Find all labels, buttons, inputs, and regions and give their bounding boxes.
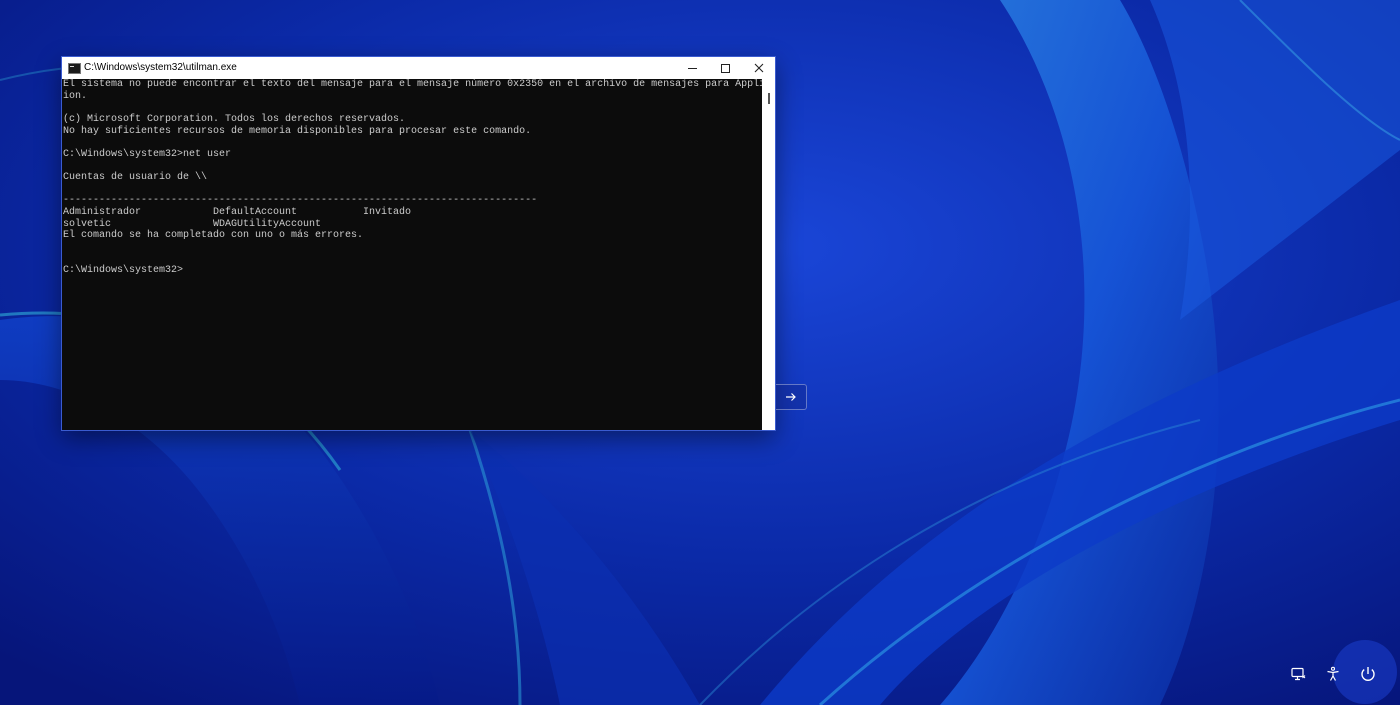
close-button[interactable] — [742, 57, 775, 79]
console-line: ion. — [63, 90, 88, 102]
console-line: No hay suficientes recursos de memoria d… — [63, 125, 532, 137]
power-icon — [1361, 667, 1375, 681]
accessibility-icon — [1327, 666, 1339, 681]
console-line: Cuentas de usuario de \\ — [63, 172, 208, 184]
console-user-row: Administrador DefaultAccount Invitado — [63, 207, 412, 219]
minimize-icon — [688, 67, 697, 69]
console-line: (c) Microsoft Corporation. Todos los der… — [63, 113, 406, 125]
console-line: El comando se ha completado con uno o má… — [63, 230, 364, 242]
network-icon — [1291, 667, 1306, 681]
console-prompt-line[interactable]: C:\Windows\system32> — [62, 265, 762, 277]
console-output[interactable]: El sistema no puede encontrar el texto d… — [62, 79, 762, 430]
console-user-row: solvetic WDAGUtilityAccount — [63, 218, 322, 230]
maximize-button[interactable] — [709, 57, 742, 79]
maximize-icon — [721, 63, 730, 73]
network-button[interactable] — [1289, 665, 1307, 683]
arrow-right-icon — [786, 393, 796, 401]
console-separator-line: ----------------------------------------… — [63, 195, 538, 207]
window-title: C:\Windows\system32\utilman.exe — [84, 62, 237, 73]
submit-arrow-button[interactable] — [776, 384, 807, 410]
command-prompt-window[interactable]: C:\Windows\system32\utilman.exe El siste… — [62, 57, 775, 430]
scrollbar-thumb[interactable] — [768, 93, 770, 104]
power-button[interactable] — [1357, 663, 1379, 685]
console-line: El sistema no puede encontrar el texto d… — [63, 79, 762, 90]
console-app-icon — [68, 63, 81, 74]
minimize-button[interactable] — [676, 57, 709, 79]
close-icon — [754, 63, 763, 73]
console-prompt-line: C:\Windows\system32>net user — [63, 148, 232, 160]
window-titlebar[interactable]: C:\Windows\system32\utilman.exe — [62, 57, 775, 79]
accessibility-button[interactable] — [1324, 665, 1342, 683]
vertical-scrollbar[interactable] — [762, 79, 775, 430]
